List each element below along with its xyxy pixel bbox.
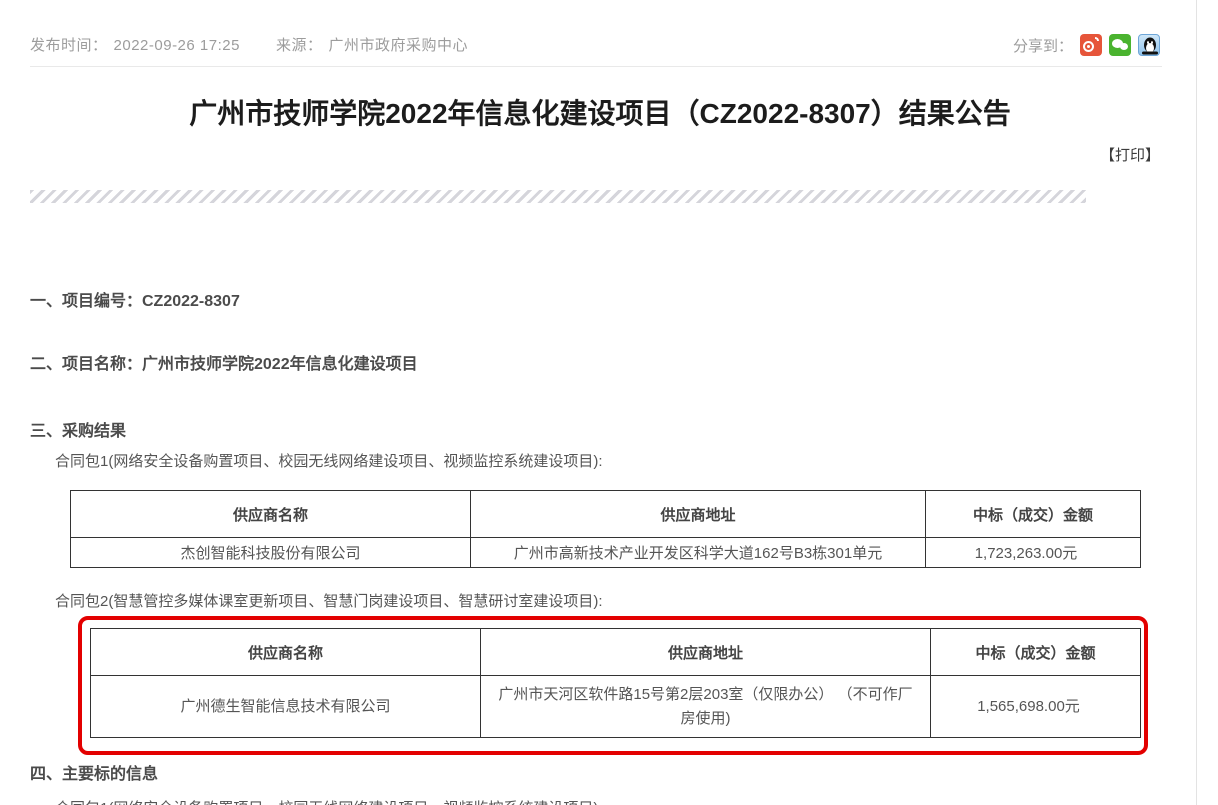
publish-time-value: 2022-09-26 17:25 (114, 37, 240, 54)
weibo-share-icon[interactable] (1080, 34, 1102, 56)
share-bar: 分享到： (1013, 34, 1160, 56)
table-header-row: 供应商名称 供应商地址 中标（成交）金额 (71, 491, 1141, 538)
table-row: 广州德生智能信息技术有限公司 广州市天河区软件路15号第2层203室（仅限办公）… (91, 676, 1141, 738)
header-supplier-name: 供应商名称 (91, 629, 481, 676)
wechat-share-icon[interactable] (1109, 34, 1131, 56)
announcement-page: 发布时间： 2022-09-26 17:25 来源： 广州市政府采购中心 分享到： 广… (0, 0, 1218, 805)
qq-penguin-shape (1141, 36, 1159, 56)
package2-label: 合同包2(智慧管控多媒体课室更新项目、智慧门岗建设项目、智慧研讨室建设项目): (55, 590, 603, 611)
weibo-spark-shape (1095, 37, 1099, 41)
wechat-bubble-small (1120, 43, 1128, 50)
cell-supplier-name: 杰创智能科技股份有限公司 (71, 538, 471, 568)
page-right-edge-line (1196, 0, 1197, 805)
cell-award-amount: 1,565,698.00元 (931, 676, 1141, 738)
source-value: 广州市政府采购中心 (328, 37, 468, 54)
table-header-row: 供应商名称 供应商地址 中标（成交）金额 (91, 629, 1141, 676)
header-award-amount: 中标（成交）金额 (931, 629, 1141, 676)
page-title: 广州市技师学院2022年信息化建设项目（CZ2022-8307）结果公告 (40, 92, 1160, 132)
package1-result-table: 供应商名称 供应商地址 中标（成交）金额 杰创智能科技股份有限公司 广州市高新技… (70, 490, 1141, 568)
section-procurement-result: 三、采购结果 (30, 417, 126, 441)
meta-divider-line (30, 66, 1162, 67)
source-label: 来源： (276, 37, 323, 54)
cell-supplier-address: 广州市高新技术产业开发区科学大道162号B3栋301单元 (471, 538, 926, 568)
weibo-eye-dot (1087, 45, 1090, 48)
cell-award-amount: 1,723,263.00元 (926, 538, 1141, 568)
package2-result-table: 供应商名称 供应商地址 中标（成交）金额 广州德生智能信息技术有限公司 广州市天… (90, 628, 1141, 738)
clipped-bottom-text: 合同包1(网络安全设备购置项目、校园无线网络建设项目、视频监控系统建设项目): (55, 797, 603, 805)
header-award-amount: 中标（成交）金额 (926, 491, 1141, 538)
publish-time-label: 发布时间： (30, 37, 108, 54)
section-project-number: 一、项目编号：CZ2022-8307 (30, 287, 240, 311)
section-project-name: 二、项目名称：广州市技师学院2022年信息化建设项目 (30, 350, 418, 374)
cell-supplier-name: 广州德生智能信息技术有限公司 (91, 676, 481, 738)
meta-bar: 发布时间： 2022-09-26 17:25 来源： 广州市政府采购中心 (30, 34, 468, 55)
header-supplier-address: 供应商地址 (481, 629, 931, 676)
table-row: 杰创智能科技股份有限公司 广州市高新技术产业开发区科学大道162号B3栋301单… (71, 538, 1141, 568)
package1-label: 合同包1(网络安全设备购置项目、校园无线网络建设项目、视频监控系统建设项目): (55, 450, 603, 471)
header-supplier-name: 供应商名称 (71, 491, 471, 538)
qq-share-icon[interactable] (1138, 34, 1160, 56)
hatched-divider (30, 190, 1086, 203)
section-main-subject-info: 四、主要标的信息 (30, 760, 158, 784)
share-label: 分享到： (1013, 35, 1073, 56)
header-supplier-address: 供应商地址 (471, 491, 926, 538)
print-button[interactable]: 【打印】 (1100, 144, 1160, 165)
cell-supplier-address: 广州市天河区软件路15号第2层203室（仅限办公） （不可作厂房使用) (481, 676, 931, 738)
